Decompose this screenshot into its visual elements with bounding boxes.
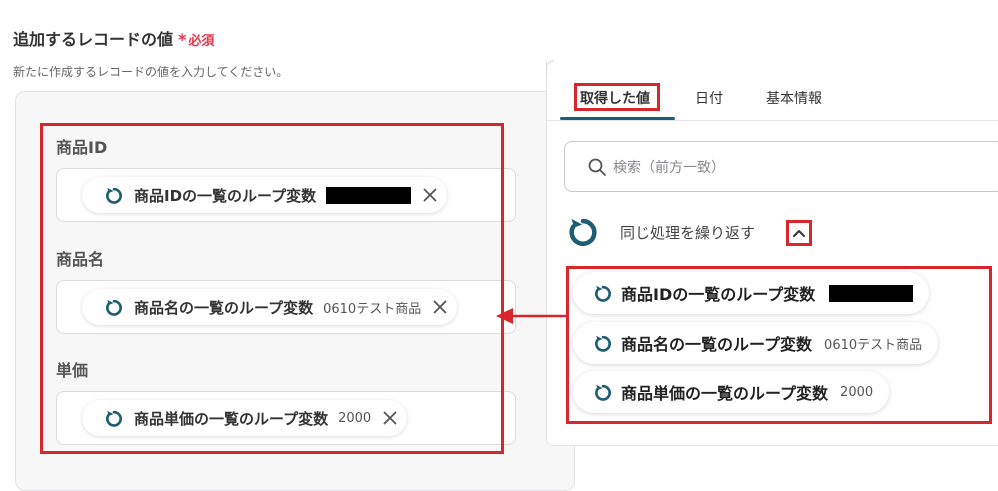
required-asterisk: * bbox=[178, 30, 187, 49]
arrow-left-icon bbox=[496, 308, 568, 324]
search-placeholder: 検索（前方一致） bbox=[613, 159, 725, 176]
search-icon bbox=[588, 158, 606, 176]
panel-corner bbox=[546, 60, 554, 76]
tabs-divider bbox=[546, 120, 998, 121]
search-input[interactable]: 検索（前方一致） bbox=[564, 141, 998, 192]
tab-date[interactable]: 日付 bbox=[695, 88, 723, 108]
record-values-description: 新たに作成するレコードの値を入力してください。 bbox=[13, 65, 289, 79]
collapse-toggle[interactable] bbox=[786, 220, 812, 246]
group-title-repeat: 同じ処理を繰り返す bbox=[620, 224, 756, 242]
tab-acquired-values[interactable]: 取得した値 bbox=[580, 88, 650, 108]
tab-basic-info[interactable]: 基本情報 bbox=[766, 88, 822, 108]
title-text: 追加するレコードの値 bbox=[13, 30, 174, 49]
required-label: 必須 bbox=[188, 34, 215, 49]
chevron-up-icon bbox=[793, 230, 805, 237]
loop-icon bbox=[566, 214, 600, 248]
highlight-box-items bbox=[566, 266, 992, 424]
highlight-box-fields bbox=[40, 123, 504, 454]
record-values-title: 追加するレコードの値 * 必須 bbox=[13, 26, 214, 50]
active-tab-indicator bbox=[560, 117, 675, 120]
